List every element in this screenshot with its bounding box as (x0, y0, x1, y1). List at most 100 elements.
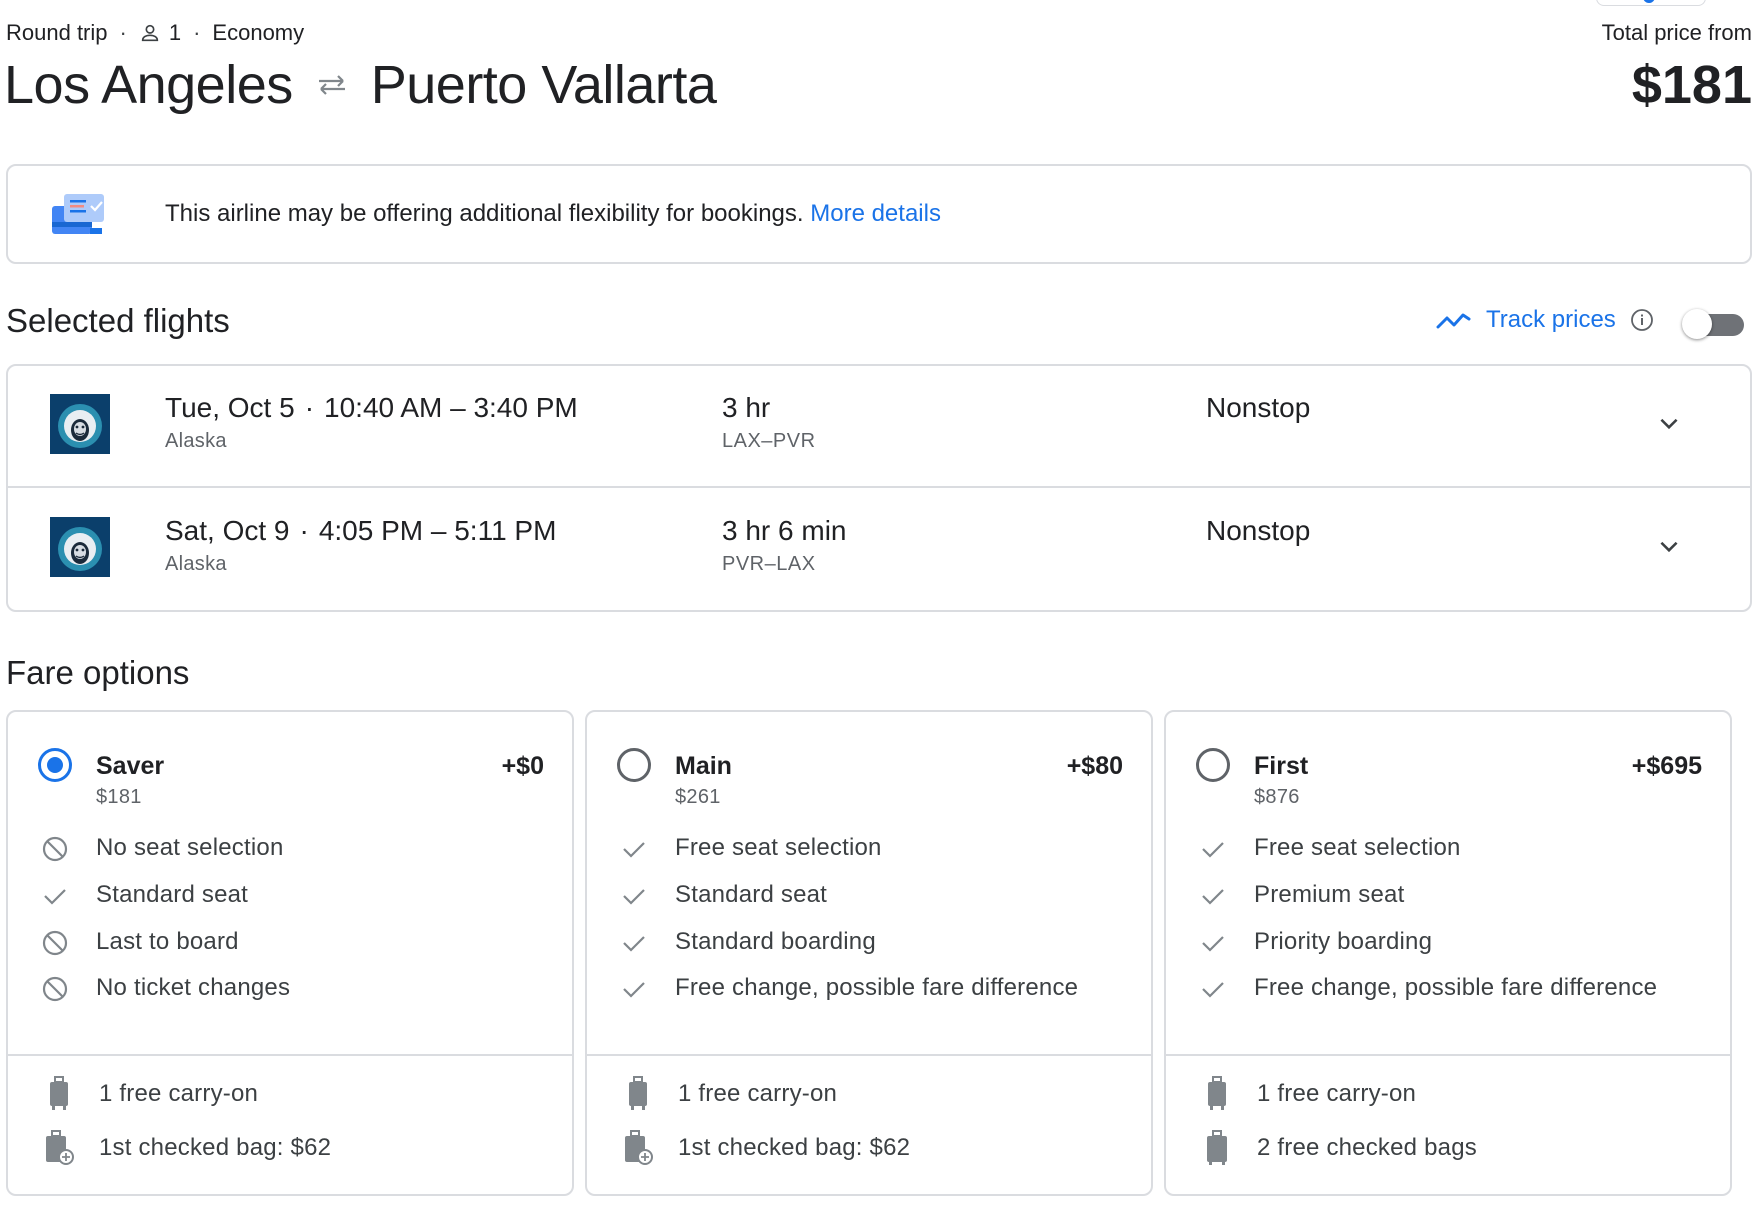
card-divider (587, 1054, 1151, 1056)
baggage-item: 2 free checked bags (1166, 1126, 1730, 1170)
fare-feature: Free seat selection (1166, 828, 1730, 868)
toggle-knob (1682, 309, 1712, 339)
flight-airline: Alaska (165, 430, 227, 452)
trip-summary: Round trip · 1 · Economy (6, 20, 304, 46)
fare-total-price: $181 (96, 786, 142, 808)
fare-feature: Standard boarding (587, 922, 1151, 962)
carry-on-icon (1200, 1076, 1234, 1112)
alaska-airlines-logo-icon (50, 394, 110, 454)
fare-feature: Standard seat (587, 875, 1151, 915)
block-icon (40, 974, 70, 1004)
separator-dot: · (119, 20, 127, 45)
fare-feature-text: Last to board (96, 928, 239, 955)
partial-top-button[interactable] (1596, 0, 1706, 6)
flight-airline: Alaska (165, 553, 227, 575)
flight-stops: Nonstop (1206, 515, 1311, 546)
destination-city: Puerto Vallarta (370, 55, 717, 115)
notice-message: This airline may be offering additional … (165, 200, 804, 227)
flight-route: PVR–LAX (722, 553, 816, 575)
check-icon (619, 974, 649, 1004)
fare-card-first[interactable]: First $876 +$695 Free seat selection Pre… (1164, 710, 1732, 1196)
check-icon (619, 881, 649, 911)
fare-feature: Free change, possible fare difference (587, 968, 1151, 1008)
fare-options-heading: Fare options (6, 654, 190, 691)
info-icon[interactable] (1630, 308, 1654, 332)
flight-duration: 3 hr 6 min (722, 515, 847, 546)
track-prices-toggle[interactable] (1682, 309, 1746, 339)
baggage-item: 1st checked bag: $62 (587, 1126, 1151, 1170)
baggage-item: 1 free carry-on (8, 1072, 572, 1116)
flight-date-time: Tue, Oct 5 · 10:40 AM – 3:40 PM (165, 392, 578, 424)
fare-card-saver[interactable]: Saver $181 +$0 No seat selection Standar… (6, 710, 574, 1196)
fare-feature: No seat selection (8, 828, 572, 868)
baggage-item: 1st checked bag: $62 (8, 1126, 572, 1170)
trip-type: Round trip (6, 20, 108, 45)
fare-total-price: $876 (1254, 786, 1300, 808)
check-icon (619, 928, 649, 958)
alaska-airlines-logo-icon (50, 517, 110, 577)
fare-card-main[interactable]: Main $261 +$80 Free seat selection Stand… (585, 710, 1153, 1196)
baggage-item: 1 free carry-on (587, 1072, 1151, 1116)
flight-stops: Nonstop (1206, 392, 1311, 423)
origin-city: Los Angeles (4, 55, 293, 115)
fare-feature: Free change, possible fare difference (1166, 968, 1730, 1008)
baggage-text: 1 free carry-on (99, 1080, 259, 1107)
carry-on-icon (621, 1076, 655, 1112)
baggage-text: 1st checked bag: $62 (678, 1134, 911, 1161)
selected-flights-heading: Selected flights (6, 302, 230, 339)
fare-feature: Priority boarding (1166, 922, 1730, 962)
fare-radio[interactable] (617, 748, 651, 782)
check-icon (619, 834, 649, 864)
fare-feature-text: Free seat selection (675, 834, 882, 861)
separator-dot: · (304, 392, 315, 423)
flight-date: Tue, Oct 5 (165, 392, 295, 423)
separator-dot: · (299, 515, 309, 546)
fare-feature-text: Standard seat (96, 881, 249, 908)
checked-bag-fee-icon (621, 1130, 655, 1166)
fare-price-difference: +$0 (501, 752, 544, 780)
flight-row[interactable]: Sat, Oct 9 · 4:05 PM – 5:11 PM Alaska 3 hr… (8, 489, 1750, 611)
fare-feature-text: Standard seat (675, 881, 828, 908)
person-icon (139, 22, 161, 44)
check-icon (1198, 881, 1228, 911)
chevron-down-icon[interactable] (1656, 410, 1682, 436)
trending-line-icon (1436, 309, 1472, 331)
round-trip-arrows-icon (315, 73, 349, 97)
fare-price-difference: +$695 (1631, 752, 1702, 780)
chevron-down-icon[interactable] (1656, 533, 1682, 559)
fare-name: Main (675, 752, 732, 780)
total-price: $181 (1631, 55, 1752, 115)
checked-bag-fee-icon (42, 1130, 76, 1166)
flight-date: Sat, Oct 9 (165, 515, 290, 546)
checked-bag-icon (1200, 1130, 1234, 1166)
fare-radio[interactable] (1196, 748, 1230, 782)
more-details-link[interactable]: More details (810, 200, 941, 227)
fare-feature-text: Free seat selection (1254, 834, 1461, 861)
track-prices-label: Track prices (1486, 306, 1616, 333)
fare-feature-text: Free change, possible fare difference (675, 974, 1079, 1001)
flight-row[interactable]: Tue, Oct 5 · 10:40 AM – 3:40 PM Alaska 3 h… (8, 366, 1750, 488)
fare-feature: Free seat selection (587, 828, 1151, 868)
fare-radio-selected[interactable] (38, 748, 72, 782)
block-icon (40, 928, 70, 958)
card-divider (8, 1054, 572, 1056)
block-icon (40, 834, 70, 864)
fare-feature: Last to board (8, 922, 572, 962)
flight-route: LAX–PVR (722, 430, 816, 452)
selected-flights-list: Tue, Oct 5 · 10:40 AM – 3:40 PM Alaska 3 h… (6, 364, 1752, 612)
fare-feature-text: Premium seat (1254, 881, 1405, 908)
fare-feature: No ticket changes (8, 968, 572, 1008)
flight-date-time: Sat, Oct 9 · 4:05 PM – 5:11 PM (165, 515, 556, 547)
fare-feature-text: Free change, possible fare difference (1254, 974, 1658, 1001)
total-price-label: Total price from (1601, 20, 1752, 45)
fare-name: First (1254, 752, 1309, 780)
track-prices-control[interactable]: Track prices (1436, 306, 1654, 334)
flexibility-notice: This airline may be offering additional … (6, 164, 1752, 264)
baggage-text: 2 free checked bags (1257, 1134, 1477, 1161)
notice-text-line: This airline may be offering additional … (165, 200, 941, 228)
check-icon (40, 881, 70, 911)
fare-feature-text: No ticket changes (96, 974, 291, 1001)
flight-times: 10:40 AM – 3:40 PM (324, 392, 578, 423)
check-icon (1198, 974, 1228, 1004)
baggage-item: 1 free carry-on (1166, 1072, 1730, 1116)
